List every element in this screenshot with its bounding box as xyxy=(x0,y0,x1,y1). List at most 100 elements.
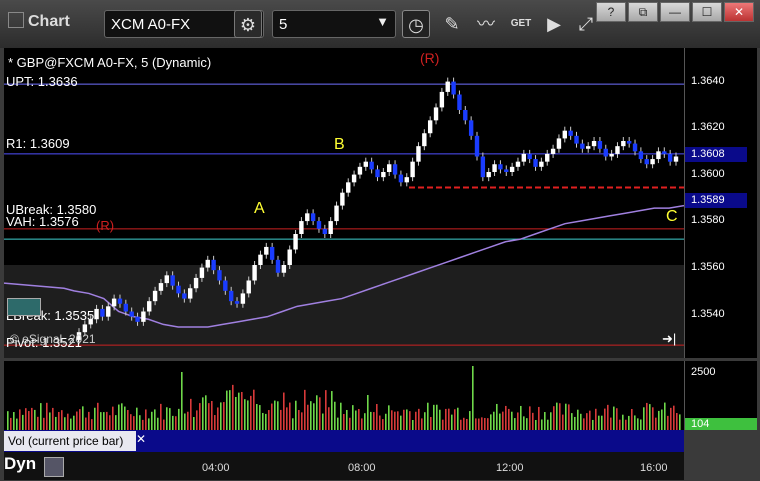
symbol-settings-gear-icon[interactable]: ⚙ xyxy=(234,10,262,38)
volume-bar xyxy=(130,414,132,430)
copyright-text: © eSignal, 2021 xyxy=(10,332,96,346)
volume-bar xyxy=(103,412,105,430)
volume-bar xyxy=(274,400,276,430)
volume-bar xyxy=(310,401,312,430)
candle xyxy=(299,221,304,234)
volume-bar xyxy=(481,417,483,430)
candle xyxy=(492,164,497,172)
candle xyxy=(369,161,374,170)
volume-bar xyxy=(523,416,525,430)
reset-badge[interactable] xyxy=(7,298,41,316)
volume-bar xyxy=(352,405,354,430)
candle xyxy=(404,177,409,183)
volume-bar xyxy=(553,406,555,430)
volume-bar xyxy=(361,418,363,430)
volume-bar xyxy=(409,411,411,430)
volume-bar xyxy=(217,407,219,430)
close-button[interactable]: ✕ xyxy=(724,2,754,22)
volume-bar xyxy=(271,403,273,430)
minimize-button[interactable]: — xyxy=(660,2,690,22)
volume-bar xyxy=(376,404,378,430)
candle xyxy=(281,265,287,273)
candle xyxy=(106,306,111,317)
candle xyxy=(422,133,427,147)
candle xyxy=(170,275,175,286)
candle xyxy=(275,259,281,273)
volume-bar xyxy=(439,409,441,430)
scroll-to-end-icon[interactable]: ➜| xyxy=(662,331,676,347)
vwap-price-box: 1.3589 xyxy=(685,193,747,208)
candle xyxy=(621,141,626,147)
volume-bar xyxy=(619,419,621,430)
volume-bar xyxy=(37,416,39,430)
volume-bar xyxy=(427,402,429,430)
volume-bar xyxy=(595,408,597,430)
candle xyxy=(182,293,187,299)
candle xyxy=(480,156,486,178)
volume-bar xyxy=(442,419,444,430)
volume-bar xyxy=(259,405,261,430)
volume-bar xyxy=(64,417,66,430)
volume-bar xyxy=(82,406,84,430)
price-tick: 1.3620 xyxy=(691,121,725,133)
candle xyxy=(287,249,292,265)
volume-bar xyxy=(154,409,156,430)
volume-bar xyxy=(622,414,624,430)
close-study-icon[interactable]: ✕ xyxy=(136,432,146,446)
volume-bar xyxy=(208,403,210,430)
volume-bar xyxy=(598,415,600,430)
volume-bar xyxy=(214,415,216,430)
candle xyxy=(328,221,333,234)
volume-bar xyxy=(232,384,234,430)
volume-bar xyxy=(43,417,45,430)
time-axis[interactable]: Dyn 04:00 08:00 12:00 16:00 xyxy=(4,452,684,480)
volume-bar xyxy=(364,413,366,430)
candle xyxy=(521,153,527,162)
volume-bar xyxy=(658,410,660,430)
volume-bar xyxy=(673,405,675,430)
volume-last-box: 104 xyxy=(685,418,757,430)
volume-study-label[interactable]: Vol (current price bar) xyxy=(4,431,136,451)
volume-bar xyxy=(301,412,303,430)
candle xyxy=(129,311,134,317)
volume-bar xyxy=(13,412,15,430)
price-chart[interactable]: * GBP@FXCM A0-FX, 5 (Dynamic) UPT: 1.363… xyxy=(4,48,684,358)
help-button[interactable]: ? xyxy=(596,2,626,22)
maximize-button[interactable]: ☐ xyxy=(692,2,722,22)
candle xyxy=(550,148,556,154)
marker-c: C xyxy=(666,208,678,225)
candle xyxy=(632,143,638,152)
volume-bar xyxy=(559,403,561,430)
volume-bar xyxy=(508,408,510,430)
volume-bar xyxy=(562,414,564,430)
play-icon[interactable]: ▶ xyxy=(540,10,568,38)
volume-bar xyxy=(118,404,120,430)
volume-bar xyxy=(436,404,438,430)
volume-bar xyxy=(451,414,453,430)
candle xyxy=(638,151,644,160)
volume-bar xyxy=(67,413,69,430)
pencil-icon[interactable]: ✎ xyxy=(438,10,466,38)
clock-icon[interactable]: ◷ xyxy=(402,10,430,38)
footer-settings-icon[interactable] xyxy=(44,457,64,477)
candle xyxy=(650,159,655,165)
get-data-button[interactable]: GET xyxy=(506,10,536,38)
candle xyxy=(351,174,357,183)
volume-bar xyxy=(229,390,231,430)
candle xyxy=(580,143,585,149)
restore-button[interactable]: ⧉ xyxy=(628,2,658,22)
volume-bar xyxy=(517,412,519,430)
grip-icon[interactable] xyxy=(8,12,24,28)
volume-pane[interactable] xyxy=(4,361,684,430)
volume-bar xyxy=(664,402,666,430)
volume-bar xyxy=(550,412,552,430)
volume-bar xyxy=(610,417,612,430)
volume-bar xyxy=(514,418,516,430)
interval-select[interactable]: 5 ▼ xyxy=(272,10,396,38)
candle xyxy=(644,159,649,165)
study-icon[interactable]: 〰 xyxy=(472,10,500,38)
price-axis[interactable]: 1.3640 1.3620 1.3600 1.3580 1.3560 1.354… xyxy=(684,48,757,358)
volume-bar xyxy=(646,402,648,430)
last-price-box: 1.3608 xyxy=(685,147,747,162)
candle xyxy=(164,275,169,284)
